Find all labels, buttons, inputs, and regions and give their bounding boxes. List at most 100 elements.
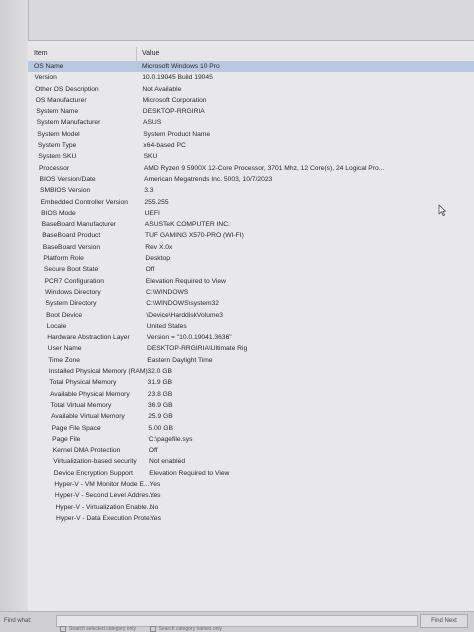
row-item: Available Physical Memory bbox=[49, 390, 130, 398]
row-item: Boot Device bbox=[46, 311, 83, 319]
table-row[interactable]: PCR7 Configuration Elevation Required to … bbox=[28, 276, 474, 287]
table-row[interactable]: BIOS Version/Date American Megatrends Inc… bbox=[28, 174, 474, 185]
row-item: System Manufacturer bbox=[36, 119, 101, 127]
table-row[interactable]: Hyper-V - VM Monitor Mode E... Yes bbox=[28, 479, 474, 490]
row-item: Windows Directory bbox=[45, 288, 101, 296]
table-row[interactable]: OS Manufacturer Microsoft Corporation bbox=[28, 95, 474, 106]
table-row[interactable]: Hyper-V - Virtualization Enable... No bbox=[28, 502, 474, 513]
row-value: Eastern Daylight Time bbox=[147, 356, 213, 364]
row-item: Page File Space bbox=[51, 424, 101, 432]
column-header-value[interactable]: Value bbox=[142, 47, 159, 61]
row-value: Off bbox=[145, 266, 155, 274]
table-row[interactable]: Hyper-V - Second Level Addres... Yes bbox=[28, 490, 474, 501]
table-row[interactable]: Boot Device \Device\HarddiskVolume3 bbox=[28, 310, 474, 321]
row-item: Hyper-V - VM Monitor Mode E... bbox=[54, 480, 150, 488]
row-item: Hyper-V - Data Execution Prote... bbox=[56, 514, 156, 522]
table-row[interactable]: Virtualization-based security Not enabled bbox=[28, 456, 474, 467]
row-item: BIOS Version/Date bbox=[39, 175, 96, 183]
table-row[interactable]: Hardware Abstraction Layer Version = "10.… bbox=[28, 332, 474, 343]
table-row[interactable]: System Directory C:\WINDOWS\system32 bbox=[28, 298, 474, 309]
table-row[interactable]: User Name DESKTOP-RRGIRIA\Ultimate Rig bbox=[28, 343, 474, 354]
table-row[interactable]: Secure Boot State Off bbox=[28, 264, 474, 275]
row-item: Installed Physical Memory (RAM) bbox=[48, 368, 148, 376]
mouse-pointer-icon bbox=[438, 204, 446, 216]
table-row[interactable]: OS Name Microsoft Windows 10 Pro bbox=[28, 61, 474, 73]
column-divider[interactable] bbox=[136, 47, 137, 61]
row-value: ASUSTeK COMPUTER INC. bbox=[144, 221, 230, 229]
row-value: Desktop bbox=[145, 255, 170, 263]
system-summary-table: OS Name Microsoft Windows 10 Pro Version 10… bbox=[28, 61, 474, 524]
table-row[interactable]: System Name DESKTOP-RRGIRIA bbox=[28, 106, 474, 117]
table-row[interactable]: Total Physical Memory 31.9 GB bbox=[28, 377, 474, 388]
table-row[interactable]: BaseBoard Manufacturer ASUSTeK COMPUTER I… bbox=[28, 219, 474, 230]
row-value: 32.0 GB bbox=[147, 368, 172, 376]
row-item: System Name bbox=[36, 108, 79, 116]
row-item: Device Encryption Support bbox=[53, 469, 133, 477]
row-value: DESKTOP-RRGIRIA\Ultimate Rig bbox=[147, 345, 248, 353]
row-value: System Product Name bbox=[143, 130, 211, 138]
table-row[interactable]: Time Zone Eastern Daylight Time bbox=[28, 355, 474, 366]
row-value: Yes bbox=[149, 480, 161, 488]
row-value: Off bbox=[148, 447, 158, 455]
table-row[interactable]: Other OS Description Not Available bbox=[28, 84, 474, 95]
row-value: Not enabled bbox=[149, 458, 186, 466]
table-row[interactable]: System Type x64-based PC bbox=[28, 140, 474, 151]
row-value: UEFI bbox=[144, 209, 160, 217]
table-row[interactable]: Platform Role Desktop bbox=[28, 253, 474, 264]
row-value: 3.3 bbox=[144, 187, 154, 195]
table-row[interactable]: SMBIOS Version 3.3 bbox=[28, 185, 474, 196]
row-value: 31.9 GB bbox=[147, 379, 173, 387]
row-value: 5.00 GB bbox=[148, 424, 173, 432]
search-selected-checkbox[interactable] bbox=[60, 626, 66, 632]
table-row[interactable]: Locale United States bbox=[28, 321, 474, 332]
system-summary-panel: Item Value OS Name Microsoft Windows 10 P… bbox=[28, 40, 474, 612]
row-item: Kernel DMA Protection bbox=[52, 447, 121, 455]
table-row[interactable]: System SKU SKU bbox=[28, 151, 474, 162]
row-value: 25.9 GB bbox=[148, 413, 173, 421]
table-row[interactable]: Version 10.0.19045 Build 19045 bbox=[28, 72, 474, 83]
search-names-label: Search category names only bbox=[158, 626, 223, 632]
table-row[interactable]: Total Virtual Memory 36.9 GB bbox=[28, 400, 474, 411]
table-row[interactable]: Device Encryption Support Elevation Requi… bbox=[28, 468, 474, 479]
table-row[interactable]: Windows Directory C:\WINDOWS bbox=[28, 287, 474, 298]
row-value: 36.9 GB bbox=[148, 401, 173, 409]
table-row[interactable]: Page File Space 5.00 GB bbox=[28, 423, 474, 434]
table-row[interactable]: Processor AMD Ryzen 9 5900X 12-Core Proce… bbox=[28, 163, 474, 174]
table-row[interactable]: BaseBoard Version Rev X.0x bbox=[28, 242, 474, 253]
row-item: Hardware Abstraction Layer bbox=[47, 334, 130, 342]
row-value: Microsoft Corporation bbox=[142, 96, 207, 104]
row-item: SMBIOS Version bbox=[40, 187, 91, 195]
search-names-checkbox[interactable] bbox=[149, 626, 156, 632]
row-item: Hyper-V - Second Level Addres... bbox=[54, 492, 155, 500]
find-next-button[interactable]: Find Next bbox=[420, 614, 468, 628]
table-row[interactable]: Hyper-V - Data Execution Prote... Yes bbox=[28, 513, 474, 524]
table-row[interactable]: Available Virtual Memory 25.9 GB bbox=[28, 411, 474, 422]
row-item: OS Manufacturer bbox=[35, 96, 87, 104]
table-row[interactable]: Page File C:\pagefile.sys bbox=[28, 434, 474, 445]
row-item: PCR7 Configuration bbox=[44, 277, 104, 285]
table-row[interactable]: BaseBoard Product TUF GAMING X570-PRO (WI… bbox=[28, 230, 474, 241]
table-row[interactable]: Installed Physical Memory (RAM) 32.0 GB bbox=[28, 366, 474, 377]
row-item: Locale bbox=[46, 322, 67, 330]
row-item: BaseBoard Product bbox=[42, 232, 101, 240]
row-item: BaseBoard Version bbox=[42, 243, 101, 251]
column-header-item[interactable]: Item bbox=[34, 47, 48, 61]
table-row[interactable]: Available Physical Memory 23.8 GB bbox=[28, 389, 474, 400]
row-item: BaseBoard Manufacturer bbox=[41, 221, 117, 229]
row-item: Time Zone bbox=[48, 356, 81, 364]
row-value: Yes bbox=[150, 514, 161, 522]
row-item: System SKU bbox=[38, 153, 77, 161]
row-item: OS Name bbox=[34, 63, 64, 70]
category-tree-pane[interactable] bbox=[0, 0, 29, 631]
row-value: AMD Ryzen 9 5900X 12-Core Processor, 370… bbox=[143, 164, 385, 172]
table-row[interactable]: Embedded Controller Version 255.255 bbox=[28, 197, 474, 208]
table-row[interactable]: BIOS Mode UEFI bbox=[28, 208, 474, 219]
row-value: C:\WINDOWS bbox=[146, 288, 189, 296]
row-item: User Name bbox=[47, 345, 82, 353]
row-item: BIOS Mode bbox=[41, 209, 76, 217]
row-item: Hyper-V - Virtualization Enable... bbox=[55, 503, 153, 511]
table-row[interactable]: System Manufacturer ASUS bbox=[28, 117, 474, 128]
table-row[interactable]: Kernel DMA Protection Off bbox=[28, 445, 474, 456]
search-options: Search selected category only Search cat… bbox=[60, 626, 280, 632]
table-row[interactable]: System Model System Product Name bbox=[28, 129, 474, 140]
